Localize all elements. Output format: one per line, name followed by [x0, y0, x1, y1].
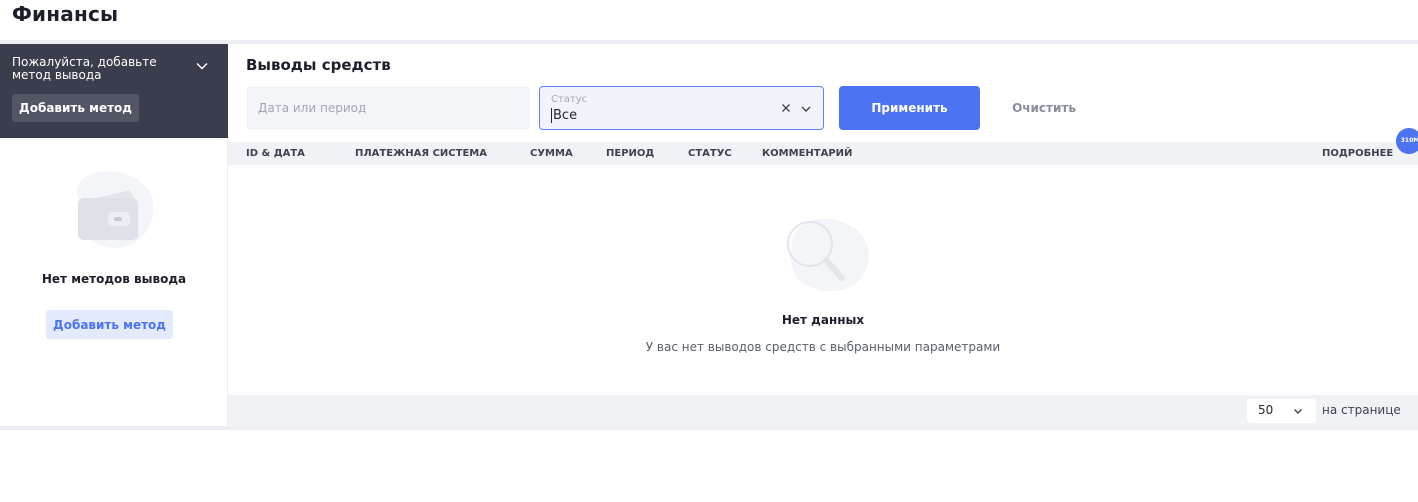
methods-empty-panel: Нет методов вывода Добавить метод — [0, 138, 228, 426]
per-page-label: на странице — [1322, 403, 1401, 417]
page-size-select[interactable]: 50 — [1247, 399, 1316, 423]
column-amount[interactable]: СУММА — [530, 148, 573, 159]
withdrawal-method-dropdown[interactable]: Пожалуйста, добавьте метод вывода Добави… — [0, 44, 228, 138]
date-period-input[interactable] — [246, 86, 530, 130]
wallet-icon — [76, 171, 154, 248]
column-comment[interactable]: КОММЕНТАРИЙ — [762, 148, 852, 159]
empty-state-subtitle: У вас нет выводов средств с выбранными п… — [645, 340, 1001, 354]
no-methods-text: Нет методов вывода — [41, 272, 187, 286]
search-icon — [787, 218, 870, 292]
clear-button[interactable]: Очистить — [1000, 86, 1088, 130]
add-method-button-top[interactable]: Добавить метод — [12, 94, 139, 122]
method-prompt-text: Пожалуйста, добавьте метод вывода — [12, 55, 157, 82]
floating-badge[interactable]: 310M — [1396, 128, 1418, 154]
chevron-down-icon[interactable] — [798, 101, 814, 117]
bottom-divider — [0, 426, 1418, 430]
status-label: Статус — [551, 94, 588, 105]
page-size-value: 50 — [1258, 403, 1274, 417]
chevron-down-icon[interactable] — [194, 58, 210, 74]
chevron-down-icon[interactable] — [1291, 404, 1305, 418]
add-method-button[interactable]: Добавить метод — [46, 310, 173, 339]
column-payment-system[interactable]: ПЛАТЕЖНАЯ СИСТЕМА — [355, 148, 487, 159]
column-id-date[interactable]: ID & ДАТА — [246, 148, 305, 159]
column-details[interactable]: ПОДРОБНЕЕ — [1322, 148, 1393, 159]
withdrawals-title: Выводы средств — [246, 56, 391, 74]
empty-state-title: Нет данных — [781, 313, 865, 327]
close-icon[interactable] — [778, 100, 794, 116]
table-footer: 50 на странице — [228, 395, 1418, 427]
status-value: Все — [551, 108, 578, 123]
apply-button[interactable]: Применить — [839, 86, 980, 130]
page-title: Финансы — [12, 2, 119, 26]
table-header: ID & ДАТА ПЛАТЕЖНАЯ СИСТЕМА СУММА ПЕРИОД… — [228, 142, 1418, 165]
column-status[interactable]: СТАТУС — [688, 148, 732, 159]
status-select[interactable]: Статус Все — [539, 86, 824, 130]
column-period[interactable]: ПЕРИОД — [606, 148, 654, 159]
